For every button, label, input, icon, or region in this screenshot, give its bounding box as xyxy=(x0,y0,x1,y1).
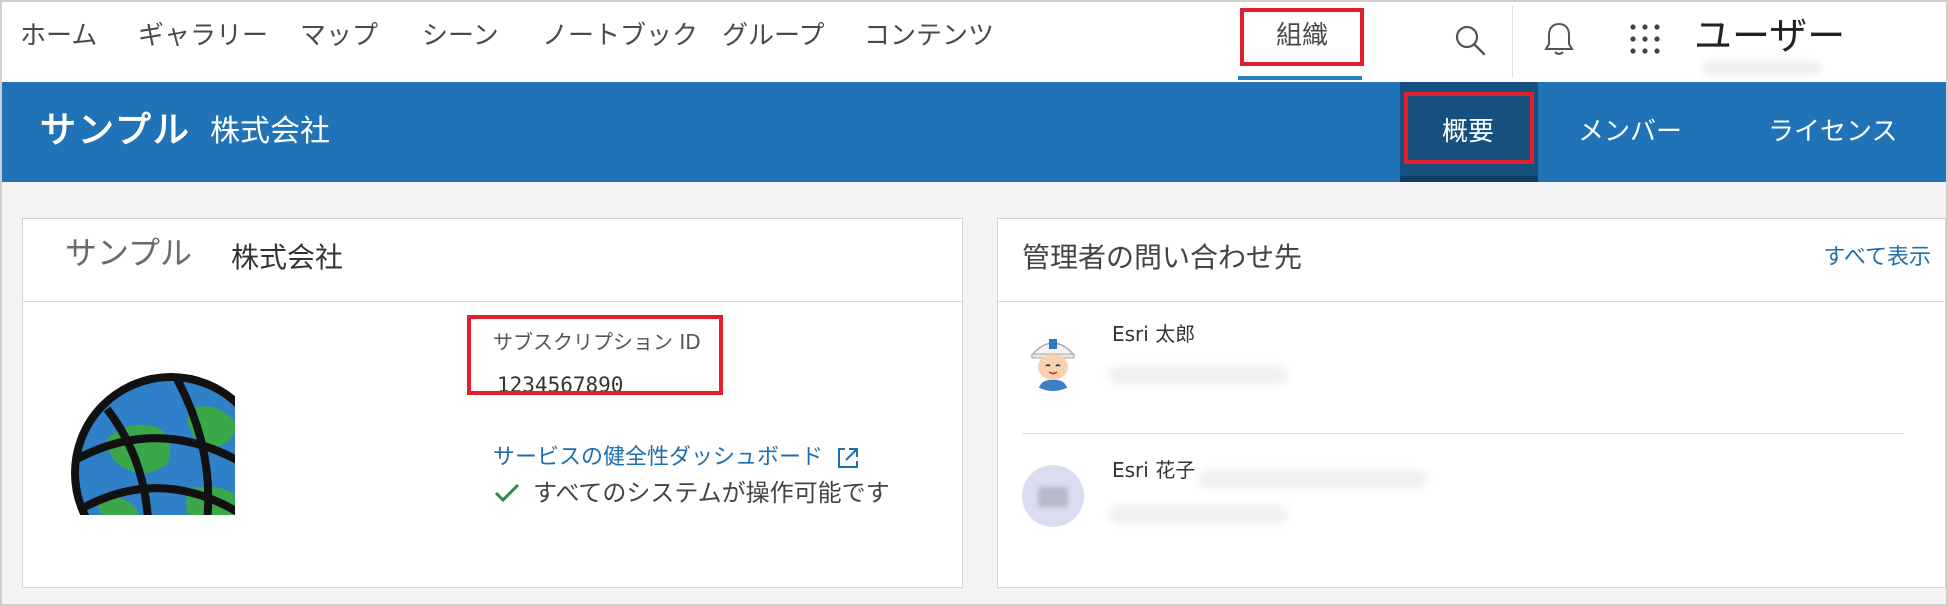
org-logo-globe-icon xyxy=(67,369,235,515)
main-content: サンプル 株式会社 サブスクリプション ID 1234567890 サービスの健… xyxy=(2,182,1946,604)
admin-contacts-title: 管理者の問い合わせ先 xyxy=(1022,241,1303,274)
contact-item[interactable]: Esri 太郎 xyxy=(998,319,1945,439)
org-card-title-secondary: 株式会社 xyxy=(231,241,344,274)
avatar xyxy=(1022,465,1084,527)
contact-email-blurred xyxy=(1108,505,1288,525)
org-card-title-primary: サンプル xyxy=(65,234,193,272)
nav-content[interactable]: コンテンツ xyxy=(864,16,994,56)
nav-scene[interactable]: シーン xyxy=(422,16,499,56)
organization-card: サンプル 株式会社 サブスクリプション ID 1234567890 サービスの健… xyxy=(22,218,963,588)
card-divider xyxy=(998,301,1945,302)
bell-icon[interactable] xyxy=(1542,20,1576,58)
contact-email-blurred xyxy=(1198,469,1428,489)
tab-members[interactable]: メンバー xyxy=(1578,110,1682,154)
tab-licenses[interactable]: ライセンス xyxy=(1768,110,1897,154)
nav-notebook[interactable]: ノートブック xyxy=(542,16,698,56)
org-header-band: サンプル 株式会社 概要 メンバー ライセンス xyxy=(2,82,1946,182)
nav-home[interactable]: ホーム xyxy=(20,16,97,56)
nav-active-indicator xyxy=(1238,76,1362,80)
contact-name: Esri 花子 xyxy=(1112,458,1196,482)
highlight-box-subscription-id xyxy=(467,315,723,395)
search-icon[interactable] xyxy=(1452,22,1488,58)
external-link-icon[interactable] xyxy=(835,445,861,471)
highlight-box-overview xyxy=(1404,92,1534,164)
contact-name: Esri 太郎 xyxy=(1112,322,1196,346)
contact-divider xyxy=(1022,433,1904,434)
system-status-text: すべてのシステムが操作可能です xyxy=(533,479,890,507)
contact-item[interactable]: Esri 花子 xyxy=(998,455,1945,575)
user-name-blurred xyxy=(1702,60,1822,76)
top-navigation: ホーム ギャラリー マップ シーン ノートブック グループ コンテンツ 組織 ユ… xyxy=(2,2,1946,82)
avatar xyxy=(1022,329,1084,391)
org-name-primary: サンプル xyxy=(40,110,191,151)
contact-email-blurred xyxy=(1108,365,1288,385)
service-health-dashboard-link[interactable]: サービスの健全性ダッシュボード xyxy=(493,441,823,475)
highlight-box-organization xyxy=(1240,8,1364,66)
nav-gallery[interactable]: ギャラリー xyxy=(138,16,268,56)
nav-divider xyxy=(1512,6,1513,78)
card-divider xyxy=(23,301,962,302)
org-name-secondary: 株式会社 xyxy=(210,114,330,149)
user-menu[interactable]: ユーザー xyxy=(1694,10,1845,62)
apps-grid-icon[interactable] xyxy=(1628,22,1662,56)
check-icon xyxy=(494,483,520,503)
view-all-link[interactable]: すべて表示 xyxy=(1823,241,1931,275)
admin-contacts-card: 管理者の問い合わせ先 すべて表示 Esri 太郎 Esri 花子 xyxy=(997,218,1946,588)
nav-groups[interactable]: グループ xyxy=(722,16,824,56)
nav-map[interactable]: マップ xyxy=(300,16,378,56)
